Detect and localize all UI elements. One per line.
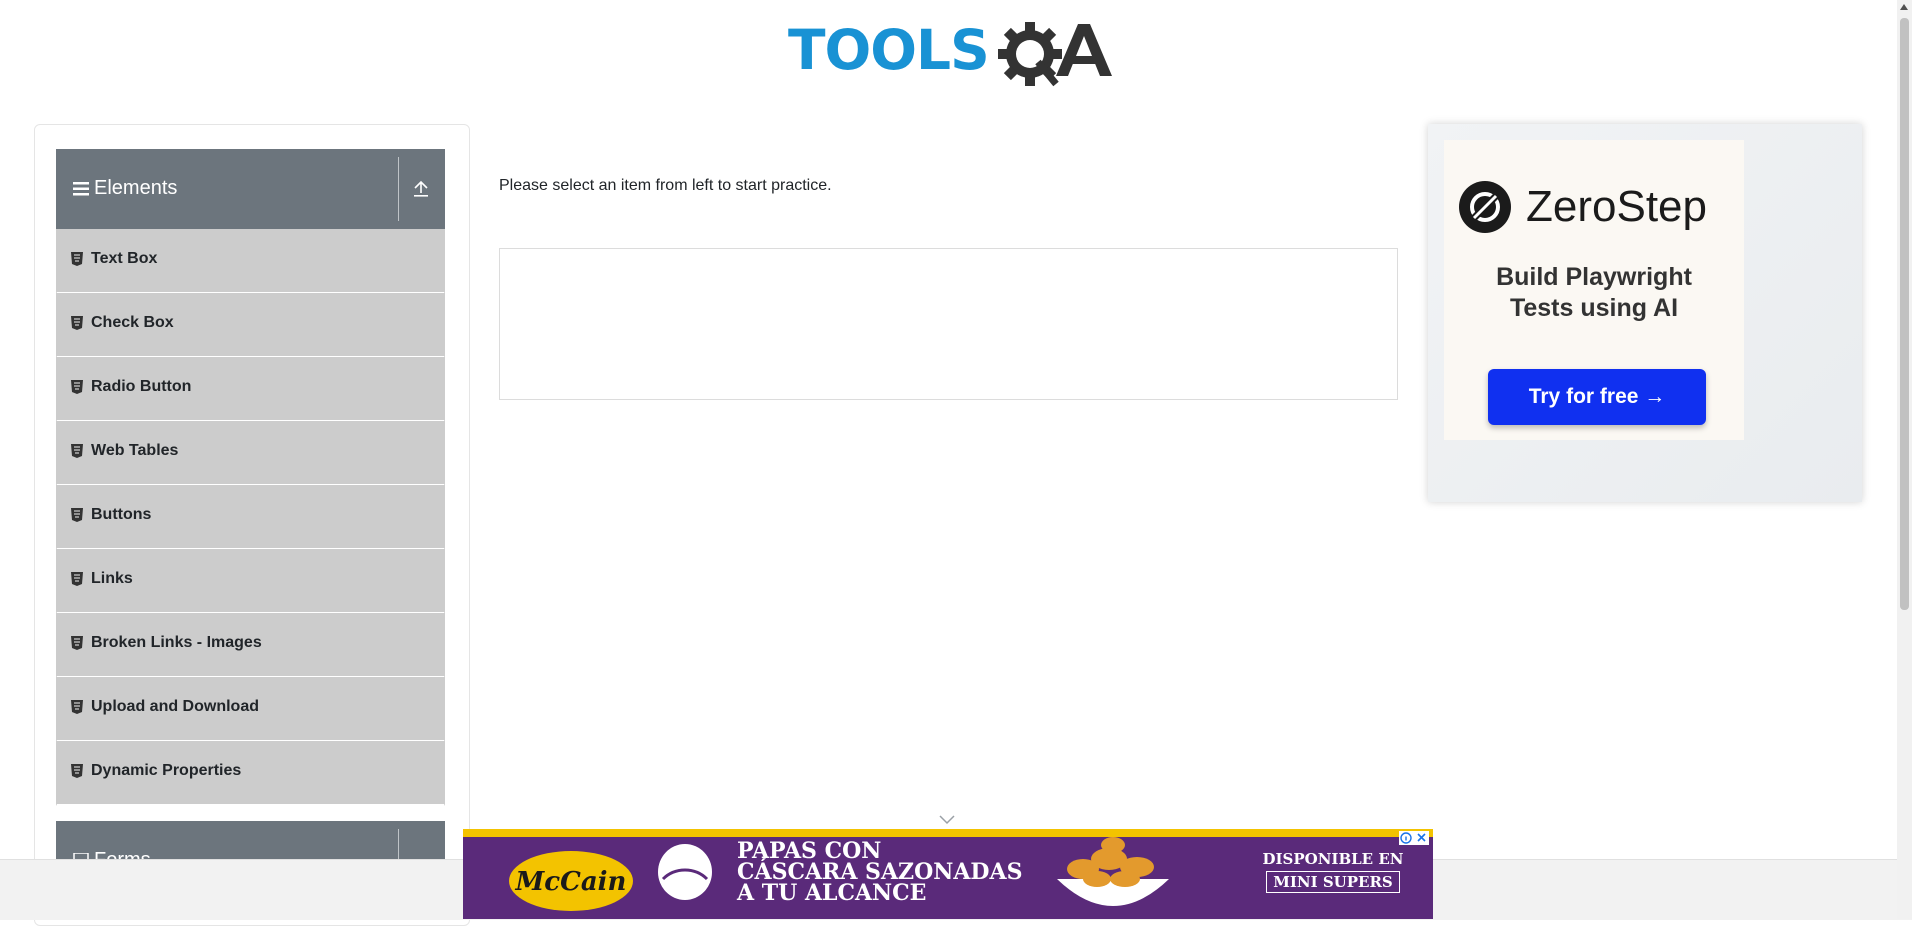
bottom-advertisement[interactable]: McCain PAPAS CON CÁSCARA SAZONADAS A TU … bbox=[463, 829, 1433, 919]
page-scrollbar[interactable] bbox=[1897, 0, 1912, 919]
sidebar-item-label: Radio Button bbox=[91, 378, 192, 395]
divider bbox=[398, 157, 399, 221]
ad-headline: Build Playwright Tests using AI bbox=[1444, 262, 1744, 324]
ad-card[interactable]: ZeroStep Build Playwright Tests using AI… bbox=[1444, 140, 1744, 440]
scroll-up-arrow-icon[interactable] bbox=[1900, 4, 1908, 10]
fries-bowl-image bbox=[1057, 837, 1169, 906]
sidebar-item-buttons[interactable]: Buttons bbox=[56, 485, 445, 550]
logo-gear-qa-icon bbox=[998, 22, 1112, 87]
html5-icon bbox=[71, 572, 83, 586]
sidebar-item-label: Links bbox=[91, 570, 133, 587]
group-header-elements[interactable]: Elements bbox=[56, 149, 445, 229]
ad-bottom-headline: PAPAS CON CÁSCARA SAZONADAS A TU ALCANCE bbox=[737, 840, 1022, 906]
try-for-free-button[interactable]: Try for free → bbox=[1488, 369, 1706, 425]
group-title: Elements bbox=[94, 177, 178, 199]
availability-line2: MINI SUPERS bbox=[1266, 871, 1400, 893]
sidebar-item-upload-and-download[interactable]: Upload and Download bbox=[56, 677, 445, 742]
sidebar-item-broken-links-images[interactable]: Broken Links - Images bbox=[56, 613, 445, 678]
html5-icon bbox=[71, 508, 83, 522]
html5-icon bbox=[71, 764, 83, 778]
potato-icon bbox=[658, 844, 712, 900]
html5-icon bbox=[71, 252, 83, 266]
sidebar-item-label: Upload and Download bbox=[91, 698, 259, 715]
mccain-logo-text: McCain bbox=[515, 867, 627, 897]
site-logo[interactable]: TOOLS bbox=[788, 14, 1113, 94]
sidebar-item-text-box[interactable]: Text Box bbox=[56, 229, 445, 294]
arrow-up-icon[interactable] bbox=[412, 178, 430, 198]
zerostep-logo-icon bbox=[1459, 181, 1511, 233]
availability-line1: DISPONIBLE EN bbox=[1262, 850, 1404, 868]
html5-icon bbox=[71, 636, 83, 650]
sidebar-item-radio-button[interactable]: Radio Button bbox=[56, 357, 445, 422]
ad-accent-band bbox=[463, 829, 1433, 837]
sidebar-item-label: Broken Links - Images bbox=[91, 634, 262, 651]
sidebar-item-web-tables[interactable]: Web Tables bbox=[56, 421, 445, 486]
hamburger-icon bbox=[73, 182, 89, 196]
practice-area bbox=[499, 248, 1398, 400]
adchoices-icon[interactable] bbox=[1399, 831, 1429, 845]
ad-headline-line2: Tests using AI bbox=[1509, 294, 1679, 322]
sidebar-item-label: Text Box bbox=[91, 250, 158, 267]
ad-brand-name: ZeroStep bbox=[1526, 182, 1707, 231]
html5-icon bbox=[71, 444, 83, 458]
ad-headline-line1: Build Playwright bbox=[1496, 263, 1692, 291]
practice-prompt: Please select an item from left to start… bbox=[499, 177, 832, 194]
sidebar-advertisement[interactable]: ZeroStep Build Playwright Tests using AI… bbox=[1428, 124, 1862, 502]
sidebar-item-check-box[interactable]: Check Box bbox=[56, 293, 445, 358]
left-panel: Elements Text Box Check Box Radio Button… bbox=[34, 124, 470, 926]
logo-wordmark: TOOLS bbox=[788, 18, 990, 82]
sidebar-item-label: Check Box bbox=[91, 314, 174, 331]
html5-icon bbox=[71, 380, 83, 394]
sidebar-item-dynamic-properties[interactable]: Dynamic Properties bbox=[56, 741, 445, 806]
sidebar-item-label: Dynamic Properties bbox=[91, 762, 242, 779]
ad-availability: DISPONIBLE EN MINI SUPERS bbox=[1253, 849, 1413, 893]
ad-bottom-headline-line3: A TU ALCANCE bbox=[737, 880, 927, 906]
scrollbar-thumb[interactable] bbox=[1900, 18, 1909, 610]
html5-icon bbox=[71, 316, 83, 330]
sidebar-item-label: Web Tables bbox=[91, 442, 179, 459]
sidebar-item-links[interactable]: Links bbox=[56, 549, 445, 614]
chevron-down-icon[interactable] bbox=[939, 815, 955, 825]
html5-icon bbox=[71, 700, 83, 714]
sidebar-item-label: Buttons bbox=[91, 506, 152, 523]
mccain-logo: McCain bbox=[509, 851, 633, 911]
